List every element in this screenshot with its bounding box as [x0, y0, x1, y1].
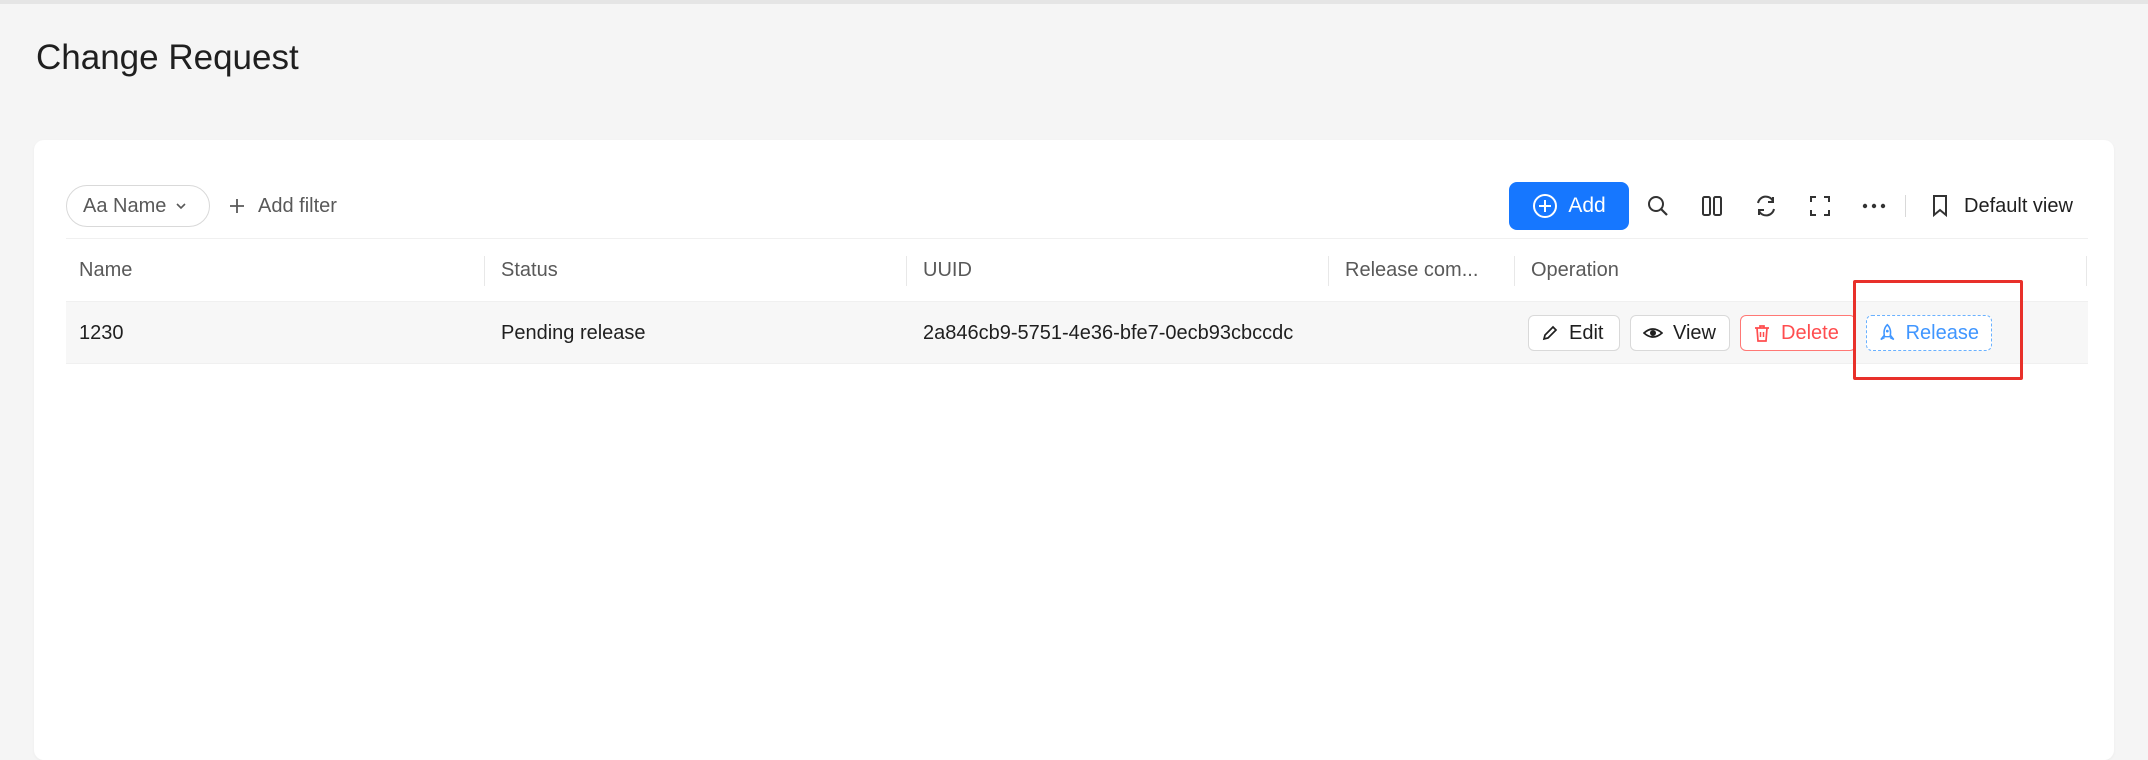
add-filter-label: Add filter — [258, 194, 337, 217]
cell-uuid: 2a846cb9-5751-4e36-bfe7-0ecb93cbccdc — [923, 321, 1294, 344]
chevron-down-icon — [176, 203, 186, 210]
column-header-uuid[interactable]: UUID — [910, 239, 1328, 301]
add-button[interactable]: Add — [1509, 182, 1629, 230]
edit-button[interactable]: Edit — [1528, 315, 1620, 351]
table-header: Name Status UUID Release com... Operatio… — [66, 238, 2088, 302]
default-view-label: Default view — [1964, 194, 2073, 217]
cell-release-comment — [1332, 302, 1345, 364]
search-icon[interactable] — [1642, 190, 1674, 222]
add-button-label: Add — [1568, 194, 1606, 217]
release-button-label: Release — [1905, 321, 1979, 344]
page-title: Change Request — [36, 38, 299, 77]
default-view-button[interactable]: Default view — [1930, 186, 2073, 226]
column-header-operation: Operation — [1531, 258, 1619, 281]
refresh-icon[interactable] — [1750, 190, 1782, 222]
delete-button-label: Delete — [1781, 321, 1839, 344]
toolbar-divider — [1905, 195, 1906, 217]
table-card: Aa Name Add filter Add Default view Name… — [34, 140, 2114, 760]
top-border — [0, 0, 2148, 4]
bookmark-icon — [1933, 195, 1947, 218]
column-header-release-comment[interactable]: Release com... — [1332, 239, 1514, 301]
eye-icon — [1643, 328, 1663, 338]
cell-name: 1230 — [79, 321, 124, 344]
column-header-name[interactable]: Name — [66, 239, 484, 301]
columns-icon[interactable] — [1696, 190, 1728, 222]
view-button-label: View — [1673, 321, 1716, 344]
delete-button[interactable]: Delete — [1740, 315, 1856, 351]
column-divider — [1328, 256, 1329, 286]
name-filter-label: Aa Name — [83, 194, 167, 217]
rocket-icon — [1880, 323, 1895, 341]
release-button[interactable]: Release — [1866, 315, 1992, 351]
cell-status: Pending release — [501, 321, 646, 344]
data-table: Name Status UUID Release com... Operatio… — [66, 238, 2088, 364]
add-filter-button[interactable]: Add filter — [228, 186, 337, 226]
column-divider — [1514, 256, 1515, 286]
edit-button-label: Edit — [1569, 321, 1604, 344]
plus-icon — [230, 199, 244, 213]
view-button[interactable]: View — [1630, 315, 1730, 351]
pencil-icon — [1542, 325, 1558, 341]
fullscreen-icon[interactable] — [1804, 190, 1836, 222]
table-toolbar: Aa Name Add filter Add Default view — [34, 140, 2114, 240]
column-divider — [2086, 256, 2087, 286]
column-header-status[interactable]: Status — [488, 239, 906, 301]
column-divider — [484, 256, 485, 286]
more-icon[interactable] — [1858, 190, 1890, 222]
column-divider — [906, 256, 907, 286]
plus-circle-icon — [1533, 194, 1558, 218]
table-row[interactable]: 1230 Pending release 2a846cb9-5751-4e36-… — [66, 302, 2088, 364]
name-filter-pill[interactable]: Aa Name — [66, 185, 210, 227]
trash-icon — [1755, 325, 1769, 342]
